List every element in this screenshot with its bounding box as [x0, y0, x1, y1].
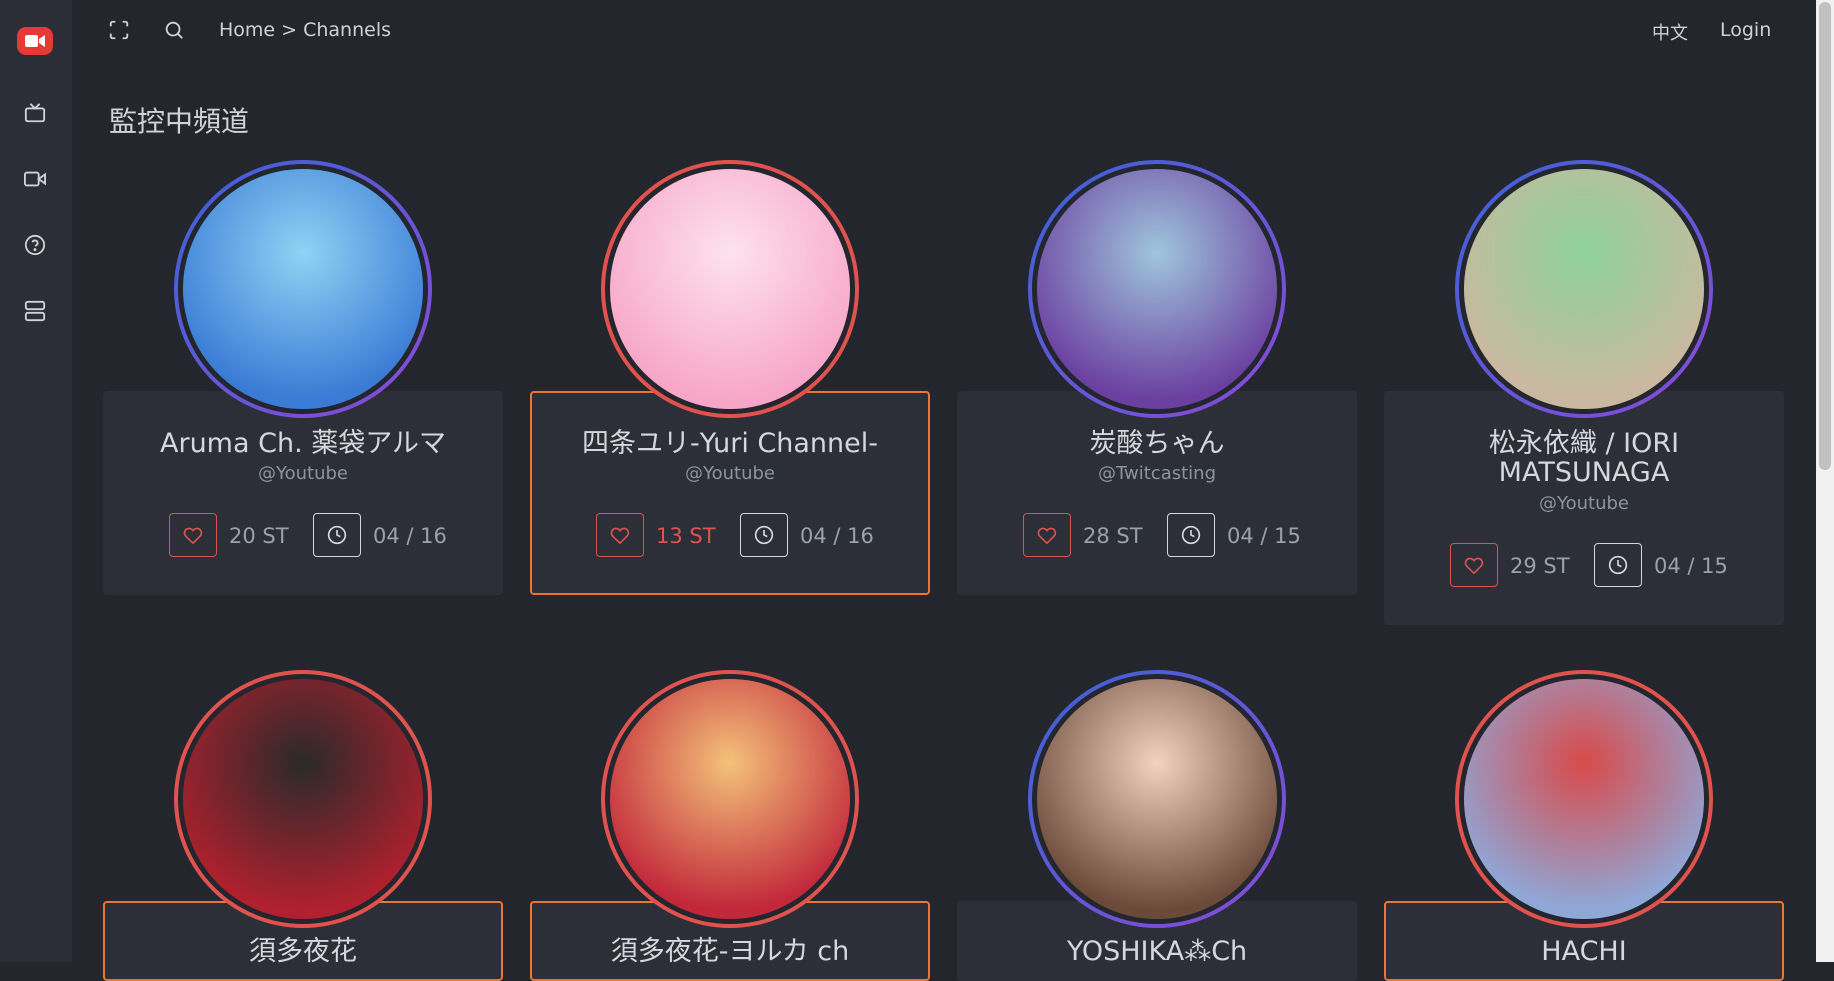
channel-card[interactable]: Aruma Ch. 薬袋アルマ @Youtube 20 ST 04 / 16: [103, 391, 503, 595]
stream-count: 13 ST: [656, 524, 716, 548]
last-stream-button[interactable]: [1167, 513, 1215, 557]
avatar-image: [183, 169, 423, 409]
avatar-image: [610, 169, 850, 409]
search-icon: [165, 21, 183, 39]
sidebar: [0, 0, 72, 962]
last-stream-date: 04 / 15: [1227, 524, 1301, 548]
channel-platform: @Youtube: [685, 463, 775, 484]
last-stream-button[interactable]: [1594, 543, 1642, 587]
avatar-image: [610, 679, 850, 919]
sidebar-item-servers[interactable]: [20, 296, 50, 326]
channel-name: Aruma Ch. 薬袋アルマ: [160, 428, 446, 459]
last-stream-date: 04 / 15: [1654, 554, 1728, 578]
favorite-button[interactable]: [169, 513, 217, 557]
channel-card[interactable]: 松永依織 / IORI MATSUNAGA @Youtube 29 ST 04 / 1…: [1384, 391, 1784, 625]
clock-icon: [1608, 555, 1628, 575]
avatar-image: [183, 679, 423, 919]
favorite-button[interactable]: [1023, 513, 1071, 557]
channel-avatar[interactable]: [1455, 670, 1713, 928]
channel-avatar[interactable]: [174, 670, 432, 928]
avatar-image: [1037, 679, 1277, 919]
channel-avatar[interactable]: [1028, 670, 1286, 928]
stream-count: 28 ST: [1083, 524, 1143, 548]
scrollbar[interactable]: [1816, 0, 1834, 962]
stream-count: 29 ST: [1510, 554, 1570, 578]
channel-avatar[interactable]: [601, 160, 859, 418]
heart-icon: [1464, 557, 1484, 574]
channel-platform: @Youtube: [1539, 493, 1629, 514]
login-link[interactable]: Login: [1720, 19, 1771, 41]
favorite-button[interactable]: [596, 513, 644, 557]
last-stream-button[interactable]: [313, 513, 361, 557]
channel-card[interactable]: 炭酸ちゃん @Twitcasting 28 ST 04 / 15: [957, 391, 1357, 595]
video-icon: [24, 171, 46, 187]
scrollbar-thumb[interactable]: [1819, 2, 1831, 470]
channel-name: 松永依織 / IORI MATSUNAGA: [1488, 428, 1680, 488]
last-stream-date: 04 / 16: [800, 524, 874, 548]
avatar-image: [1464, 169, 1704, 409]
language-switch[interactable]: 中文: [1652, 19, 1688, 45]
clock-icon: [1181, 525, 1201, 545]
heart-icon: [183, 527, 203, 544]
sidebar-item-live[interactable]: [20, 98, 50, 128]
channel-name: 炭酸ちゃん: [1089, 428, 1225, 459]
channel-avatar[interactable]: [1028, 160, 1286, 418]
page-title: 監控中頻道: [109, 105, 250, 138]
last-stream-button[interactable]: [740, 513, 788, 557]
channel-platform: @Youtube: [258, 463, 348, 484]
clock-icon: [754, 525, 774, 545]
channel-avatar[interactable]: [1455, 160, 1713, 418]
stream-count: 20 ST: [229, 524, 289, 548]
video-camera-icon: [25, 35, 45, 47]
heart-icon: [610, 527, 630, 544]
server-icon: [24, 300, 46, 322]
search-button[interactable]: [160, 16, 188, 44]
sidebar-item-videos[interactable]: [20, 164, 50, 194]
last-stream-date: 04 / 16: [373, 524, 447, 548]
help-circle-icon: [24, 234, 46, 256]
clock-icon: [327, 525, 347, 545]
channel-avatar[interactable]: [174, 160, 432, 418]
app-logo[interactable]: [17, 27, 53, 55]
avatar-image: [1464, 679, 1704, 919]
channel-name: 四条ユリ-Yuri Channel-: [581, 428, 879, 459]
heart-icon: [1037, 527, 1057, 544]
channel-avatar[interactable]: [601, 670, 859, 928]
fullscreen-button[interactable]: [105, 16, 133, 44]
favorite-button[interactable]: [1450, 543, 1498, 587]
channel-card[interactable]: 四条ユリ-Yuri Channel- @Youtube 13 ST 04 / 16: [530, 391, 930, 595]
fullscreen-icon: [109, 20, 129, 40]
channel-platform: @Twitcasting: [1098, 463, 1216, 484]
tv-icon: [24, 103, 46, 123]
topbar: Home > Channels 中文 Login: [72, 0, 1816, 62]
breadcrumb[interactable]: Home > Channels: [219, 19, 391, 41]
sidebar-item-help[interactable]: [20, 230, 50, 260]
avatar-image: [1037, 169, 1277, 409]
